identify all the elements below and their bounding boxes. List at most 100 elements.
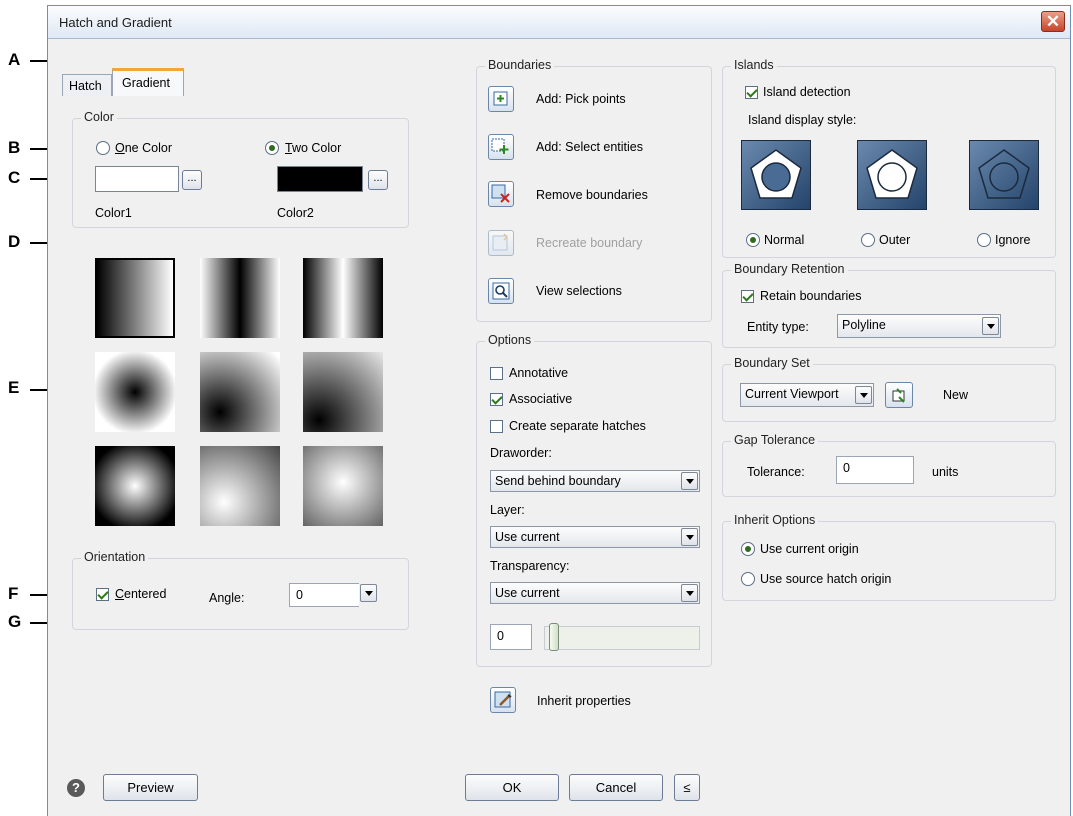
callout-d: D <box>8 232 21 251</box>
tab-hatch[interactable]: Hatch <box>62 74 112 96</box>
gradient-spherical-inverted-swatch[interactable] <box>95 352 175 432</box>
retain-boundaries-checkbox[interactable] <box>741 290 754 303</box>
collapse-button[interactable]: ≤ <box>674 774 700 801</box>
color1-picker-button[interactable]: ... <box>182 170 202 190</box>
tab-gradient[interactable]: Gradient <box>112 68 184 96</box>
inherit-options-group: Inherit Options <box>722 513 1056 601</box>
boundary-set-select[interactable]: Current Viewport <box>740 383 874 407</box>
boundary-set-dropdown-arrow[interactable] <box>855 386 872 404</box>
color1-label: Color1 <box>95 206 132 220</box>
draworder-value: Send behind boundary <box>495 474 621 488</box>
angle-value: 0 <box>296 588 303 602</box>
gradient-corner-soft-swatch[interactable] <box>303 352 383 432</box>
tab-hatch-label: Hatch <box>69 79 102 93</box>
callout-g: G <box>8 612 22 631</box>
callout-f: F <box>8 584 19 603</box>
one-color-radio[interactable] <box>96 141 110 155</box>
remove-boundaries-button[interactable] <box>488 181 514 207</box>
view-selections-button[interactable] <box>488 278 514 304</box>
entity-type-label: Entity type: <box>747 320 809 334</box>
two-color-radio[interactable] <box>265 141 279 155</box>
island-detection-checkbox[interactable] <box>745 86 758 99</box>
new-boundary-set-button[interactable] <box>885 382 913 408</box>
gradient-cylinder-swatch[interactable] <box>303 258 383 338</box>
angle-input[interactable]: 0 <box>289 583 359 607</box>
use-source-origin-radio[interactable] <box>741 572 755 586</box>
close-button[interactable]: ✕ <box>1041 11 1065 32</box>
island-normal-label: Normal <box>764 233 805 247</box>
preview-button[interactable]: Preview <box>103 774 198 801</box>
draworder-select[interactable]: Send behind boundary <box>490 470 700 492</box>
island-normal-radio[interactable] <box>746 233 760 247</box>
color1-swatch[interactable] <box>95 166 179 192</box>
two-color-label: Two Color <box>285 141 342 155</box>
associative-label: Associative <box>509 392 573 406</box>
color2-picker-button[interactable]: ... <box>368 170 388 190</box>
gradient-cylinder-inverted-swatch[interactable] <box>200 258 280 338</box>
island-outer-image[interactable] <box>857 140 927 210</box>
draworder-label: Draworder: <box>490 446 552 460</box>
gradient-corner-swatch[interactable] <box>200 352 280 432</box>
pick-points-icon <box>493 91 508 106</box>
units-label: units <box>932 465 959 479</box>
retain-boundaries-label: Retain boundaries <box>760 289 862 303</box>
gap-tolerance-title: Gap Tolerance <box>731 433 819 447</box>
recreate-boundary-button[interactable] <box>488 230 514 256</box>
gradient-spherical-swatch[interactable] <box>95 446 175 526</box>
draworder-dropdown-arrow[interactable] <box>681 472 698 490</box>
new-boundary-set-icon <box>892 388 905 403</box>
transparency-select[interactable]: Use current <box>490 582 700 604</box>
transparency-value: Use current <box>495 586 560 600</box>
layer-dropdown-arrow[interactable] <box>681 528 698 546</box>
pick-points-button[interactable] <box>488 86 514 112</box>
island-detection-label: Island detection <box>763 85 851 99</box>
inherit-properties-button[interactable] <box>490 687 516 713</box>
layer-select[interactable]: Use current <box>490 526 700 548</box>
gradient-linear-swatch[interactable] <box>95 258 175 338</box>
island-outer-label: Outer <box>879 233 911 247</box>
gradient-hemispherical-swatch[interactable] <box>200 446 280 526</box>
title-bar[interactable]: Hatch and Gradient ✕ <box>48 6 1070 39</box>
island-ignore-label: Ignore <box>995 233 1031 247</box>
transparency-slider-track[interactable] <box>544 626 700 650</box>
help-glyph: ? <box>72 780 80 795</box>
transparency-slider-thumb[interactable] <box>549 623 559 651</box>
tolerance-input[interactable]: 0 <box>836 456 914 484</box>
island-ignore-radio[interactable] <box>977 233 991 247</box>
tab-gradient-label: Gradient <box>122 76 170 90</box>
island-normal-icon <box>750 149 802 199</box>
islands-group-title: Islands <box>731 58 777 72</box>
boundary-retention-title: Boundary Retention <box>731 262 848 276</box>
entity-type-dropdown-arrow[interactable] <box>982 317 999 335</box>
pick-points-label: Add: Pick points <box>536 92 626 106</box>
island-ignore-image[interactable] <box>969 140 1039 210</box>
help-icon[interactable]: ? <box>67 779 85 797</box>
cancel-button[interactable]: Cancel <box>569 774 663 801</box>
tolerance-value: 0 <box>843 461 850 475</box>
view-selections-label: View selections <box>536 284 622 298</box>
transparency-number-input[interactable]: 0 <box>490 624 532 650</box>
associative-checkbox[interactable] <box>490 393 503 406</box>
island-normal-image[interactable] <box>741 140 811 210</box>
transparency-dropdown-arrow[interactable] <box>681 584 698 602</box>
entity-type-select[interactable]: Polyline <box>837 314 1001 338</box>
boundary-set-title: Boundary Set <box>731 356 813 370</box>
annotative-checkbox[interactable] <box>490 367 503 380</box>
ok-button[interactable]: OK <box>465 774 559 801</box>
preview-label: Preview <box>127 780 174 795</box>
centered-checkbox[interactable] <box>96 588 109 601</box>
angle-dropdown-button[interactable] <box>360 584 377 602</box>
color2-label: Color2 <box>277 206 314 220</box>
separate-hatches-checkbox[interactable] <box>490 420 503 433</box>
transparency-number: 0 <box>497 629 504 643</box>
island-ignore-icon <box>978 149 1030 199</box>
recreate-boundary-icon <box>492 233 509 251</box>
color2-swatch[interactable] <box>277 166 363 192</box>
select-entities-button[interactable] <box>488 134 514 160</box>
color-group-title: Color <box>81 110 117 124</box>
island-outer-radio[interactable] <box>861 233 875 247</box>
use-current-origin-radio[interactable] <box>741 542 755 556</box>
select-entities-icon <box>491 138 509 154</box>
ellipsis-icon: ... <box>373 172 383 184</box>
gradient-curved-swatch[interactable] <box>303 446 383 526</box>
